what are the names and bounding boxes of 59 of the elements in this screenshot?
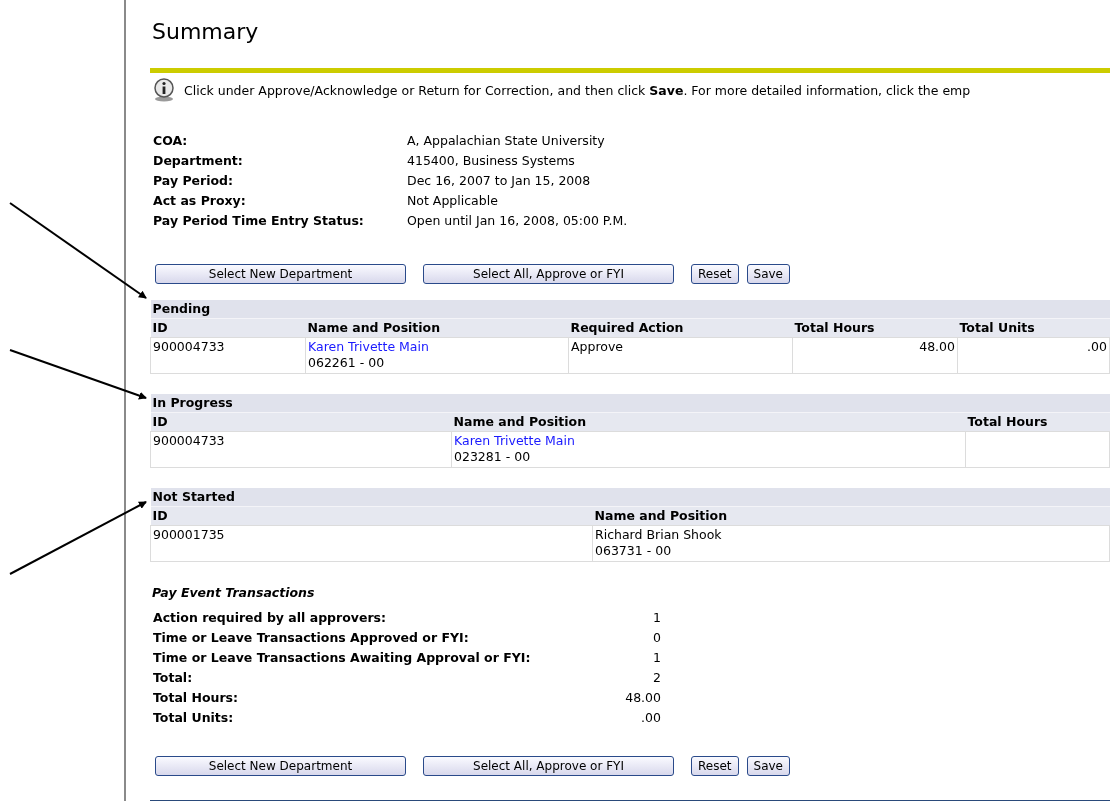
table-cell: .00 xyxy=(957,337,1110,374)
field-value: Dec 16, 2007 to Jan 15, 2008 xyxy=(407,172,592,190)
form-button[interactable]: Reset xyxy=(691,756,739,776)
field-label: Pay Period Time Entry Status: xyxy=(152,212,365,230)
summary-value: 48.00 xyxy=(624,689,661,707)
column-header: Required Action xyxy=(568,318,793,338)
column-header: ID xyxy=(150,412,452,432)
form-button[interactable]: Select All, Approve or FYI xyxy=(423,264,674,284)
table-cell: 900001735 xyxy=(150,525,593,562)
table-cell: Approve xyxy=(568,337,793,374)
page-title: Summary xyxy=(152,18,260,46)
summary-label: Total: xyxy=(153,669,194,687)
section-header: In Progress xyxy=(150,394,1110,413)
table-cell: 900004733 xyxy=(150,337,306,374)
form-button[interactable]: Select All, Approve or FYI xyxy=(423,756,674,776)
table-cell: 48.00 xyxy=(792,337,958,374)
summary-label: Total Units: xyxy=(153,709,235,727)
summary-value: .00 xyxy=(640,709,661,727)
info-icon xyxy=(152,78,176,102)
form-button[interactable]: Save xyxy=(746,756,790,776)
field-label: Department: xyxy=(152,152,244,170)
field-label: Act as Proxy: xyxy=(152,192,247,210)
position-number: 063731 - 00 xyxy=(595,543,672,559)
form-button[interactable]: Save xyxy=(746,264,790,284)
form-button[interactable]: Select New Department xyxy=(155,264,406,284)
employee-link[interactable]: Karen Trivette Main xyxy=(308,339,429,355)
field-value: Open until Jan 16, 2008, 05:00 P.M. xyxy=(407,212,628,230)
form-button[interactable]: Reset xyxy=(691,264,739,284)
table-cell: 900004733 xyxy=(150,431,452,468)
column-header: Total Hours xyxy=(792,318,958,338)
instruction-text: Click under Approve/Acknowledge or Return for Correction, and then click Save. For more detailed information, click the emp xyxy=(184,82,971,98)
position-number: 023281 - 00 xyxy=(454,449,531,465)
column-header: Name and Position xyxy=(592,506,1110,526)
field-value: Not Applicable xyxy=(407,192,499,210)
summary-label: Total Hours: xyxy=(153,689,240,707)
section-header: Pending xyxy=(150,300,1110,319)
section-header: Not Started xyxy=(150,488,1110,507)
column-header: Total Units xyxy=(957,318,1110,338)
column-header: ID xyxy=(150,318,306,338)
form-button[interactable]: Select New Department xyxy=(155,756,406,776)
summary-label: Time or Leave Transactions Awaiting Approval or FYI: xyxy=(153,649,532,667)
column-header: Name and Position xyxy=(451,412,966,432)
field-value: A, Appalachian State University xyxy=(407,132,606,150)
employee-name: Richard Brian Shook xyxy=(595,527,722,543)
summary-value: 0 xyxy=(652,629,661,647)
employee-link[interactable]: Karen Trivette Main xyxy=(454,433,575,449)
field-label: COA: xyxy=(152,132,189,150)
summary-value: 1 xyxy=(652,609,661,627)
column-header: Total Hours xyxy=(965,412,1110,432)
summary-label: Time or Leave Transactions Approved or FYI: xyxy=(153,629,470,647)
summary-value: 1 xyxy=(652,649,661,667)
summary-label: Action required by all approvers: xyxy=(153,609,387,627)
field-value: 415400, Business Systems xyxy=(407,152,576,170)
summary-value: 2 xyxy=(652,669,661,687)
position-number: 062261 - 00 xyxy=(308,355,385,371)
field-label: Pay Period: xyxy=(152,172,234,190)
section-title: Pay Event Transactions xyxy=(151,584,316,602)
column-header: Name and Position xyxy=(305,318,569,338)
column-header: ID xyxy=(150,506,593,526)
